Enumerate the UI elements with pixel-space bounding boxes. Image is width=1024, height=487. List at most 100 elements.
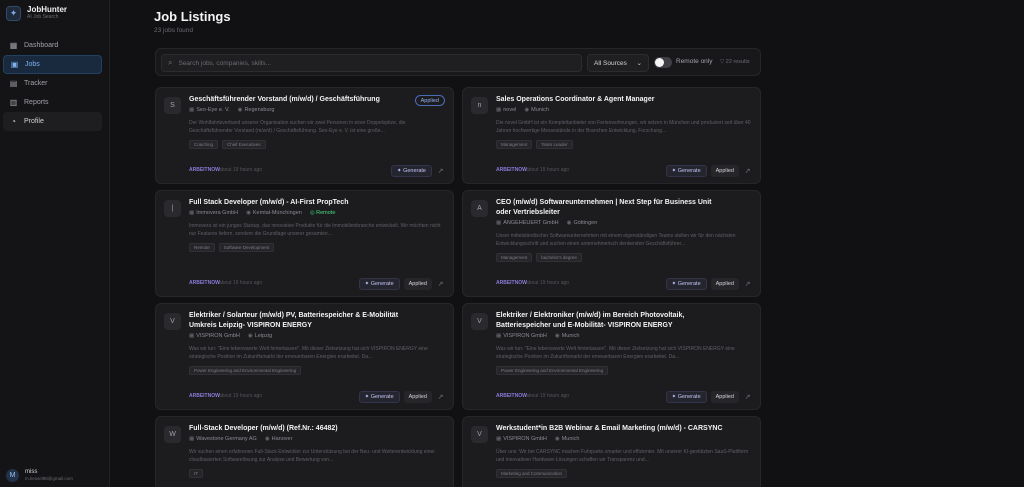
applied-button[interactable]: Applied (710, 278, 739, 290)
company-name: VISPIRON GmbH (196, 333, 240, 339)
building-icon: ▦ (496, 220, 502, 226)
job-title[interactable]: Werkstudent*in B2B Webinar & Email Marke… (496, 424, 726, 434)
job-meta: ▦ VISPIRON GmbH ◉ Munich (496, 333, 579, 339)
jobs-found-count: 23 jobs found (154, 27, 194, 34)
building-icon: ▦ (496, 107, 502, 113)
location: ◉ Hanover (265, 436, 293, 442)
card-footer: ARBEITNOW about 19 hours ago ✦ Generate App… (189, 391, 445, 403)
job-title[interactable]: Full-Stack Developer (m/w/d) (Ref.Nr.: 4… (189, 424, 419, 434)
external-link-icon[interactable]: ↗ (743, 393, 752, 401)
job-card[interactable]: n Sales Operations Coordinator & Agent Ma… (462, 87, 761, 184)
job-title[interactable]: Sales Operations Coordinator & Agent Man… (496, 95, 726, 105)
applied-button[interactable]: Applied (710, 165, 739, 177)
location-name: Munich (561, 436, 580, 442)
job-title[interactable]: Full Stack Developer (m/w/d) - AI-First … (189, 198, 419, 208)
location: ◉ Göttingen (567, 220, 598, 226)
sidebar-item-label: Reports (24, 99, 49, 106)
location: ◉ Leipzig (248, 333, 272, 339)
job-card[interactable]: V Werkstudent*in B2B Webinar & Email Mark… (462, 416, 761, 487)
job-description: Der Wohlfahrtsverband unserer Organisati… (189, 120, 406, 134)
job-grid: S Geschäftsführender Vorstand (m/w/d) / G… (155, 87, 761, 487)
company-logo: S (164, 97, 181, 114)
posted-time: about 19 hours ago (526, 167, 570, 173)
external-link-icon[interactable]: ↗ (436, 280, 445, 288)
job-tags: Power Engineering and Environmental Engi… (496, 366, 609, 375)
applied-button[interactable]: Applied (403, 278, 432, 290)
location: ◉ Munich (555, 436, 580, 442)
page-title: Job Listings (154, 9, 231, 24)
generate-button[interactable]: ✦ Generate (665, 278, 707, 290)
app-subtitle: AI Job Search (27, 14, 59, 20)
job-description: Was wir tun: "Eine lebenswerte Welt hint… (496, 346, 735, 360)
sidebar-item-profile[interactable]: ◔ Profile (3, 112, 102, 131)
brand[interactable]: ✦ JobHunter AI Job Search (6, 5, 67, 21)
company: ▦ VISPIRON GmbH (496, 333, 547, 339)
job-description: Die novel GmbH ist ein Komplettanbieter … (496, 120, 751, 134)
sidebar-item-dashboard[interactable]: ▦ Dashboard (3, 36, 102, 55)
search-input[interactable] (178, 59, 569, 67)
job-card[interactable]: | Full Stack Developer (m/w/d) - AI-First… (155, 190, 454, 297)
filter-bar: ⌕ All Sources ⌄ Remote only ▽ 22 results (155, 48, 761, 76)
company: ▦ ANGEHEUERT GmbH (496, 220, 559, 226)
search-box[interactable]: ⌕ (161, 54, 582, 72)
tag: Management (496, 253, 533, 262)
generate-label: Generate (370, 394, 394, 400)
user-profile[interactable]: M miss m.kessel98@gmail.com (6, 469, 73, 482)
posted-time: about 19 hours ago (219, 393, 263, 399)
source-label: ARBEITNOW (496, 393, 527, 399)
company-name: VISPIRON GmbH (503, 436, 547, 442)
job-title[interactable]: Geschäftsführender Vorstand (m/w/d) / Ge… (189, 95, 419, 105)
map-pin-icon: ◉ (554, 333, 560, 339)
job-card[interactable]: S Geschäftsführender Vorstand (m/w/d) / G… (155, 87, 454, 184)
sidebar-item-jobs[interactable]: ▣ Jobs (3, 55, 102, 74)
applied-button[interactable]: Applied (710, 391, 739, 403)
company: ▦ novel (496, 107, 516, 113)
posted-time: about 19 hours ago (219, 167, 263, 173)
remote-label: Remote (316, 210, 336, 216)
job-title[interactable]: CEO (m/w/d) Softwareunternehmen | Next S… (496, 198, 726, 218)
source-select[interactable]: All Sources ⌄ (587, 54, 649, 72)
generate-button[interactable]: ✦ Generate (665, 391, 707, 403)
job-card[interactable]: A CEO (m/w/d) Softwareunternehmen | Next … (462, 190, 761, 297)
job-card[interactable]: W Full-Stack Developer (m/w/d) (Ref.Nr.: … (155, 416, 454, 487)
job-title[interactable]: Elektriker / Solarteur (m/w/d) PV, Batte… (189, 311, 419, 331)
location-name: Hanover (271, 436, 293, 442)
generate-button[interactable]: ✦ Generate (390, 165, 432, 177)
sidebar-item-tracker[interactable]: ▤ Tracker (3, 74, 102, 93)
dashboard-icon: ▦ (9, 41, 18, 50)
applied-button[interactable]: Applied (403, 391, 432, 403)
job-card[interactable]: V Elektriker / Elektroniker (m/w/d) im Be… (462, 303, 761, 410)
external-link-icon[interactable]: ↗ (743, 167, 752, 175)
job-description: Immovera ist ein junges Startup, das inn… (189, 223, 441, 237)
job-card[interactable]: V Elektriker / Solarteur (m/w/d) PV, Batt… (155, 303, 454, 410)
card-actions: ✦ Generate Applied ↗ (665, 165, 752, 177)
company-name: novel (503, 107, 517, 113)
company-logo: V (164, 313, 181, 330)
company-name: ANGEHEUERT GmbH (503, 220, 559, 226)
job-title[interactable]: Elektriker / Elektroniker (m/w/d) im Ber… (496, 311, 726, 331)
generate-button[interactable]: ✦ Generate (665, 165, 707, 177)
job-tags: Management Team Leader (496, 140, 573, 149)
app-name: JobHunter (27, 5, 67, 14)
remote-only-toggle[interactable] (654, 57, 672, 68)
company: ▦ VISPIRON GmbH (189, 333, 240, 339)
sidebar-item-reports[interactable]: ▥ Reports (3, 93, 102, 112)
location-name: Kemtal-Münchingen (252, 210, 302, 216)
company-name: Immovera GmbH (196, 210, 239, 216)
card-actions: ✦ Generate Applied ↗ (358, 278, 445, 290)
job-meta: ▦ VISPIRON GmbH ◉ Leipzig (189, 333, 272, 339)
tag: bachelor's degree (536, 253, 582, 262)
company: ▦ VISPIRON GmbH (496, 436, 547, 442)
company-name: Wavestone Germany AG (196, 436, 257, 442)
generate-button[interactable]: ✦ Generate (358, 391, 400, 403)
tag: Power Engineering and Environmental Engi… (496, 366, 609, 375)
external-link-icon[interactable]: ↗ (436, 393, 445, 401)
card-footer: ARBEITNOW about 19 hours ago ✦ Generate App… (496, 391, 752, 403)
generate-button[interactable]: ✦ Generate (358, 278, 400, 290)
building-icon: ▦ (496, 436, 502, 442)
job-tags: Power Engineering and Environmental Engi… (189, 366, 302, 375)
external-link-icon[interactable]: ↗ (743, 280, 752, 288)
job-tags: Marketing and Communication (496, 469, 568, 478)
building-icon: ▦ (189, 436, 195, 442)
external-link-icon[interactable]: ↗ (436, 167, 445, 175)
